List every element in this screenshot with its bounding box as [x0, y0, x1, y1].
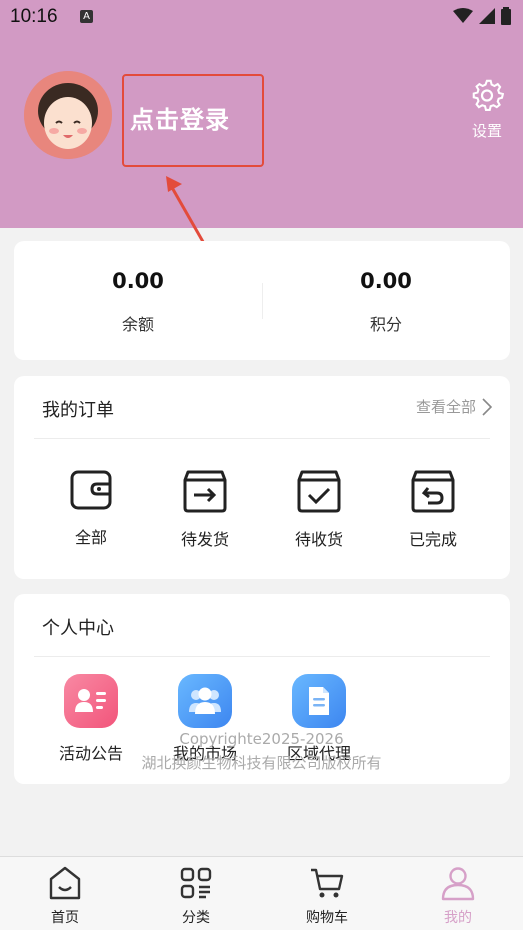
settings-label: 设置 — [471, 122, 502, 140]
balance-value: 0.00 — [112, 269, 164, 293]
box-check-icon — [297, 470, 341, 513]
user-icon — [441, 867, 475, 901]
order-all-button[interactable]: 全部 — [41, 468, 141, 548]
profile-header: 10:16 A 点击登录 设置 — [0, 0, 523, 228]
category-icon — [180, 867, 212, 899]
my-market-button[interactable]: 我的市场 — [155, 674, 255, 764]
document-icon — [309, 687, 329, 715]
box-return-icon — [411, 470, 455, 513]
order-all-label: 全部 — [74, 528, 107, 547]
tab-home-label: 首页 — [51, 910, 79, 926]
chevron-right-icon — [482, 397, 492, 416]
tab-cart-label: 购物车 — [306, 910, 348, 926]
copyright-text: Copyrighte2025-2026 — [179, 730, 344, 748]
tab-home[interactable]: 首页 — [15, 865, 115, 927]
regional-agent-icon-tile — [292, 674, 346, 728]
gear-icon — [472, 79, 505, 111]
settings-button[interactable]: 设置 — [466, 78, 508, 141]
orders-card: 我的订单 查看全部 全部 待发货 待收货 已完成 — [14, 376, 510, 579]
view-all-orders-link[interactable]: 查看全部 — [416, 396, 492, 417]
tab-mine[interactable]: 我的 — [408, 865, 508, 927]
announcements-icon-tile — [64, 674, 118, 728]
status-icons — [453, 7, 511, 25]
avatar-face-icon — [24, 71, 112, 159]
wifi-icon — [453, 8, 473, 23]
users-icon — [189, 687, 221, 714]
contact-card-icon — [75, 689, 106, 712]
personal-center-title: 个人中心 — [42, 618, 114, 639]
status-time: 10:16 — [10, 6, 58, 27]
points-item[interactable]: 0.00 积分 — [262, 241, 510, 360]
announcements-button[interactable]: 活动公告 — [41, 674, 141, 764]
order-pending-shipment-button[interactable]: 待发货 — [155, 468, 255, 550]
bottom-tab-bar: 首页 分类 购物车 我的 — [0, 856, 523, 930]
points-label: 积分 — [369, 315, 402, 334]
divider — [34, 656, 490, 657]
order-completed-button[interactable]: 已完成 — [383, 468, 483, 550]
wallet-icon — [70, 470, 112, 510]
tab-category-label: 分类 — [182, 910, 210, 926]
balance-card: 0.00 余额 0.00 积分 — [14, 241, 510, 360]
orders-title: 我的订单 — [42, 400, 114, 421]
box-out-icon — [183, 470, 227, 513]
tab-mine-label: 我的 — [444, 910, 472, 926]
balance-item[interactable]: 0.00 余额 — [14, 241, 262, 360]
login-button[interactable]: 点击登录 — [130, 100, 230, 135]
divider — [34, 438, 490, 439]
notification-icon: A — [80, 10, 93, 23]
balance-label: 余额 — [121, 315, 154, 334]
avatar[interactable] — [24, 71, 112, 159]
order-pending-receipt-label: 待收货 — [294, 530, 343, 549]
view-all-label: 查看全部 — [415, 398, 476, 416]
company-text: 湖北换颜生物科技有限公司版权所有 — [141, 754, 382, 772]
signal-icon — [479, 8, 495, 24]
my-market-icon-tile — [178, 674, 232, 728]
regional-agent-button[interactable]: 区域代理 — [269, 674, 369, 764]
home-icon — [49, 866, 81, 900]
status-bar: 10:16 A — [0, 0, 523, 36]
tab-category[interactable]: 分类 — [146, 865, 246, 927]
order-pending-receipt-button[interactable]: 待收货 — [269, 468, 369, 550]
points-value: 0.00 — [360, 269, 412, 293]
order-pending-shipment-label: 待发货 — [180, 530, 229, 549]
battery-icon — [501, 7, 511, 25]
tab-cart[interactable]: 购物车 — [277, 865, 377, 927]
cart-icon — [311, 868, 344, 898]
order-completed-label: 已完成 — [408, 530, 457, 549]
